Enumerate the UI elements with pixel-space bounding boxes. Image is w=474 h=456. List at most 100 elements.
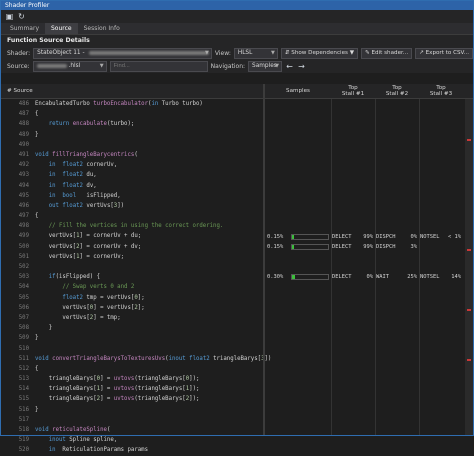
code-text: in float2 du, (48, 172, 97, 179)
code-line[interactable]: 507 vertUvs[2] = tmp; (1, 313, 263, 323)
code-line[interactable]: 513 triangleBarys[0] = uvtovs(triangleBa… (1, 374, 263, 384)
prev-arrow-icon[interactable]: ← (285, 62, 294, 71)
tab-summary[interactable]: Summary (4, 23, 45, 34)
navigation-label: Navigation: (210, 63, 246, 70)
line-number: 490 (18, 141, 29, 148)
hotspot-marker (467, 249, 471, 251)
view-select[interactable]: HLSL ▼ (233, 48, 278, 59)
code-line[interactable]: 512 { (1, 364, 263, 374)
code-line[interactable]: 509} (1, 333, 263, 343)
shader-select[interactable]: StateObject 11 - ▼ (33, 48, 212, 59)
show-dependencies-button[interactable]: ⇵ Show Dependencies ▼ (280, 48, 359, 59)
code-text: in float2 cornerUv, (48, 162, 118, 169)
code-line[interactable]: 511 void convertTriangleBarysToTexturesUv… (1, 354, 272, 364)
code-line[interactable]: 486 EncabulatedTurbo turboEncabulator(in … (1, 99, 263, 109)
line-number: 510 (18, 345, 29, 352)
col-stall-1[interactable]: Top Stall #1 (331, 84, 375, 98)
code-line[interactable]: 495 in bool isFlipped, (1, 191, 263, 201)
code-line[interactable]: 497 { (1, 211, 263, 221)
source-grid: # Source Samples Top Stall #1 Top Stall … (1, 84, 473, 453)
refresh-icon[interactable]: ↻ (17, 12, 26, 21)
code-line[interactable]: 499 vertUvs[1] = cornerUv + du; (1, 231, 263, 241)
line-number: 487 (18, 111, 29, 118)
code-text: vertUvs[1] = cornerUv; (35, 253, 125, 260)
code-line[interactable]: 500 vertUvs[2] = cornerUv + dv; (1, 242, 263, 252)
col-source[interactable]: # Source (1, 84, 263, 98)
stall-1-pct: 99% (363, 233, 373, 240)
next-arrow-icon[interactable]: → (297, 62, 306, 71)
edit-shader-button[interactable]: ✎ Edit shader... (361, 48, 413, 59)
tab-session-info[interactable]: Session Info (78, 23, 126, 34)
col-stall-3[interactable]: Top Stall #3 (419, 84, 463, 98)
line-number: 517 (18, 416, 29, 423)
stats-row: 0.15% DELECT 99% DISPCH 0% NOTSEL < 1% (265, 232, 463, 242)
code-line[interactable]: 491 void fillTriangleBarycentrics( (1, 150, 263, 160)
tab-source[interactable]: Source (45, 23, 78, 34)
code-line[interactable]: 508 } (1, 323, 263, 333)
code-line[interactable]: 515 triangleBarys[2] = uvtovs(triangleBa… (1, 394, 263, 404)
code-line[interactable]: 487 { (1, 109, 263, 119)
col-samples[interactable]: Samples (265, 84, 331, 98)
stall-1-pct: 99% (363, 243, 373, 250)
code-line[interactable]: 492 in float2 cornerUv, (1, 160, 263, 170)
code-line[interactable]: 494 in float2 dv, (1, 181, 263, 191)
stall-2-pct: 3% (410, 243, 418, 250)
code-text: void fillTriangleBarycentrics( (35, 151, 138, 158)
line-number: 511 (18, 355, 29, 362)
code-line[interactable]: 489} (1, 130, 263, 140)
line-number: 504 (18, 284, 29, 291)
code-line[interactable]: 518 void reticulateSpline( (1, 425, 263, 435)
code-line[interactable]: 501 vertUvs[1] = cornerUv; (1, 252, 263, 262)
code-line[interactable]: 504 // Swap verts 0 and 2 (1, 282, 263, 292)
line-number: 513 (18, 376, 29, 383)
code-line[interactable]: 490 (1, 140, 263, 150)
line-number: 491 (18, 151, 29, 158)
hotspot-marker (467, 309, 471, 311)
source-label: Source: (7, 63, 30, 70)
chevron-down-icon: ▼ (99, 63, 104, 69)
line-number: 499 (18, 233, 29, 240)
code-line[interactable]: 519 inout Spline spline, (1, 435, 263, 445)
code-text: void reticulateSpline( (35, 427, 111, 433)
code-text: // Fill the vertices in using the correc… (35, 223, 224, 230)
stall-3-pct: < 1% (448, 233, 461, 240)
navigation-select[interactable]: Samples ▼ (248, 61, 283, 72)
code-line[interactable]: 514 triangleBarys[1] = uvtovs(triangleBa… (1, 384, 263, 394)
line-number: 516 (18, 406, 29, 413)
line-number: 503 (18, 274, 29, 281)
hotspot-marker (467, 139, 471, 141)
vertical-scrollbar[interactable] (465, 99, 473, 435)
line-number: 520 (18, 447, 29, 454)
line-number: 502 (18, 264, 29, 270)
code-text: vertUvs[0] = vertUvs[2]; (35, 304, 145, 311)
code-line[interactable]: 488 return encabulate(turbo); (1, 119, 263, 129)
find-input[interactable] (109, 61, 208, 72)
code-line[interactable]: 493 in float2 du, (1, 170, 263, 180)
code-text: EncabulatedTurbo turboEncabulator(in Tur… (35, 101, 203, 107)
edit-shader-label: Edit shader... (371, 50, 409, 56)
stall-1-name: DELECT (332, 233, 352, 240)
code-line[interactable]: 503 if(isFlipped) { (1, 272, 263, 282)
hotspot-marker (467, 359, 471, 361)
code-line[interactable]: 505 float2 tmp = vertUvs[0]; (1, 293, 263, 303)
code-text: if(isFlipped) { (48, 274, 101, 281)
code-text: triangleBarys[0] = uvtovs(triangleBarys[… (35, 376, 200, 383)
stall-1-pct: 0% (366, 274, 374, 281)
code-line[interactable]: 516} (1, 405, 263, 415)
code-line[interactable]: 520 in ReticulationParams params (1, 445, 263, 455)
code-text: { (35, 365, 39, 372)
code-line[interactable]: 496 out float2 vertUvs[3]) (1, 201, 263, 211)
line-number: 515 (18, 396, 29, 403)
code-line[interactable]: 517 (1, 415, 263, 425)
line-number: 493 (18, 172, 29, 179)
export-csv-button[interactable]: ↗ Export to CSV... (415, 48, 473, 59)
code-line[interactable]: 498 // Fill the vertices in using the co… (1, 221, 263, 231)
code-view[interactable]: 486 EncabulatedTurbo turboEncabulator(in … (1, 99, 272, 453)
save-icon[interactable]: ▣ (5, 12, 14, 21)
code-line[interactable]: 506 vertUvs[0] = vertUvs[2]; (1, 303, 263, 313)
code-line[interactable]: 510 (1, 344, 263, 354)
col-stall-2[interactable]: Top Stall #2 (375, 84, 419, 98)
source-select[interactable]: .hlsl ▼ (32, 61, 107, 72)
code-line[interactable]: 502 (1, 262, 263, 272)
samples-bar-fill (292, 234, 294, 239)
